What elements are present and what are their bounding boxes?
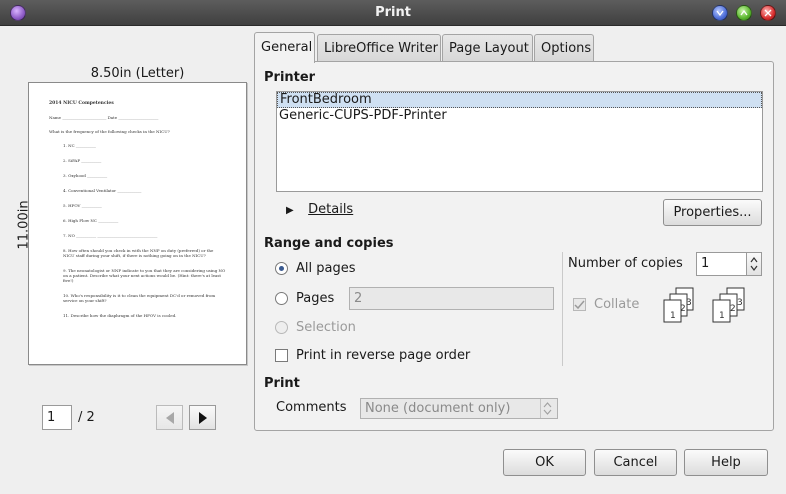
doc-item: 1. NC __________ — [63, 143, 96, 148]
copies-label: Number of copies — [568, 256, 683, 271]
spin-arrows-icon — [750, 257, 758, 271]
close-button[interactable] — [760, 5, 776, 21]
doc-item: 10. Who's responsibility is it to clean … — [63, 293, 216, 303]
tab-libreoffice-writer[interactable]: LibreOffice Writer — [317, 34, 441, 62]
tab-page-layout[interactable]: Page Layout — [442, 34, 533, 62]
svg-text:1: 1 — [719, 311, 725, 321]
maximize-icon — [740, 9, 748, 16]
updown-arrows-icon — [540, 399, 554, 418]
cancel-button[interactable]: Cancel — [594, 449, 677, 476]
doc-item: 3. Oxyhood __________ — [63, 173, 108, 178]
doc-title: 2014 NICU Competencies — [49, 101, 114, 106]
collate-label: Collate — [594, 297, 640, 312]
collate-pages-icon: 3 2 1 — [712, 287, 745, 323]
all-pages-label: All pages — [296, 261, 356, 276]
ok-button[interactable]: OK — [503, 449, 586, 476]
minimize-icon — [716, 10, 724, 17]
comments-label: Comments — [276, 400, 347, 415]
comments-select: None (document only) — [360, 398, 558, 419]
expand-triangle-icon: ▶ — [286, 205, 294, 216]
page-number-input[interactable]: 1 — [42, 405, 72, 430]
reverse-order-label: Print in reverse page order — [296, 348, 471, 363]
minimize-button[interactable] — [712, 5, 728, 21]
doc-item: 4. Conventional Ventilator ____________ — [63, 188, 142, 193]
doc-item: 6. High Flow NC __________ — [63, 218, 119, 223]
svg-text:3: 3 — [737, 298, 743, 308]
check-icon — [574, 300, 585, 310]
doc-item: 9. The neonatologist or NNP indicate to … — [63, 268, 226, 283]
svg-text:1: 1 — [670, 311, 676, 321]
previous-page-button[interactable] — [156, 405, 183, 430]
pages-label: Pages — [296, 291, 335, 306]
radio-button — [275, 321, 288, 334]
copies-input[interactable]: 1 — [696, 252, 747, 276]
printer-list[interactable]: FrontBedroom Generic-CUPS-PDF-Printer — [276, 91, 763, 192]
properties-button[interactable]: Properties... — [663, 199, 762, 226]
copies-spinner[interactable] — [746, 252, 762, 276]
divider — [562, 252, 563, 366]
tab-options[interactable]: Options — [534, 34, 594, 62]
doc-question: What is the frequency of the following c… — [49, 129, 170, 134]
radio-button[interactable] — [275, 292, 288, 305]
printer-item[interactable]: FrontBedroom — [277, 92, 762, 108]
details-expander[interactable]: ▶ Details — [286, 202, 353, 217]
next-page-button[interactable] — [189, 405, 216, 430]
triangle-right-icon — [199, 412, 207, 424]
comments-value: None (document only) — [365, 401, 511, 416]
title-bar: Print — [0, 0, 786, 26]
doc-name-line: Name ______________________ Date _______… — [49, 115, 159, 120]
page-total-label: / 2 — [78, 410, 95, 425]
paper-size-label: 8.50in (Letter) — [90, 66, 185, 81]
range-section-title: Range and copies — [264, 236, 394, 251]
collate-pages-icon: 3 2 1 — [663, 287, 694, 323]
selection-label: Selection — [296, 320, 356, 335]
doc-item: 5. HFOV __________ — [63, 203, 102, 208]
close-icon — [764, 9, 772, 17]
page-preview: 2014 NICU Competencies Name ____________… — [28, 82, 247, 365]
maximize-button[interactable] — [736, 5, 752, 21]
window-title: Print — [375, 5, 411, 20]
svg-text:2: 2 — [730, 304, 736, 314]
doc-item: 8. How often should you check in with th… — [63, 248, 214, 258]
help-button[interactable]: Help — [684, 449, 768, 476]
printer-section-title: Printer — [264, 70, 316, 85]
printer-item[interactable]: Generic-CUPS-PDF-Printer — [277, 108, 762, 124]
pages-range-input[interactable]: 2 — [349, 287, 554, 310]
details-label: Details — [308, 202, 354, 217]
doc-item: 2. SiPAP __________ — [63, 158, 102, 163]
doc-item: 11. Describe how the diaphragm of the HF… — [63, 313, 177, 318]
doc-item: 7. NO __________ _______________________… — [63, 233, 158, 238]
radio-button[interactable] — [275, 262, 288, 275]
print-section-title: Print — [264, 376, 300, 391]
triangle-left-icon — [166, 412, 174, 424]
tab-general[interactable]: General — [254, 32, 315, 63]
checkbox[interactable] — [275, 349, 288, 362]
